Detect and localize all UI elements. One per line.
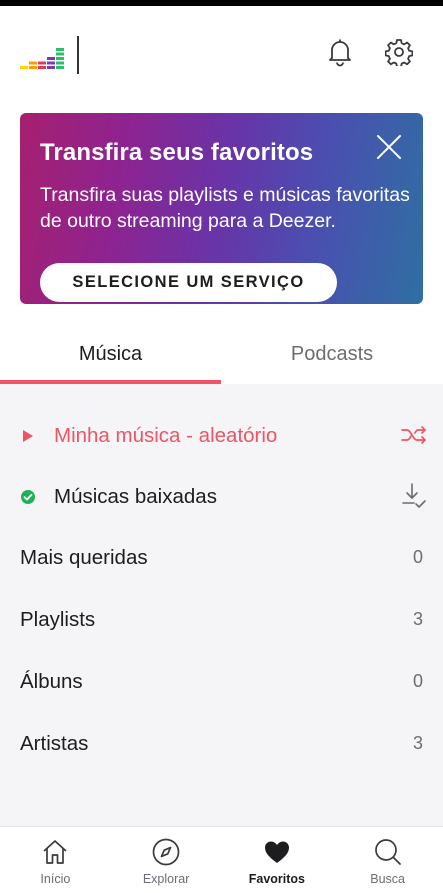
list-item-label: Playlists bbox=[20, 607, 96, 631]
banner-description: Transfira suas playlists e músicas favor… bbox=[40, 184, 410, 232]
nav-favorites-label: Favoritos bbox=[248, 872, 305, 886]
settings-button[interactable] bbox=[384, 38, 414, 71]
gear-icon bbox=[384, 38, 414, 71]
favorites-list: Minha música - aleatório Músicas baixada… bbox=[0, 384, 443, 826]
tab-podcasts-label: Podcasts bbox=[290, 343, 374, 365]
list-item[interactable]: Artistas 3 bbox=[0, 713, 443, 774]
select-service-button[interactable]: SELECIONE UM SERVIÇO bbox=[40, 263, 337, 302]
close-icon bbox=[375, 135, 403, 165]
app-header bbox=[0, 6, 443, 98]
shuffle-icon[interactable] bbox=[399, 420, 429, 450]
list-item[interactable]: Mais queridas 0 bbox=[0, 527, 443, 588]
downloaded-music-row[interactable]: Músicas baixadas bbox=[0, 466, 443, 527]
transfer-favorites-banner: Transfira seus favoritos Transfira suas … bbox=[20, 113, 423, 304]
nav-favorites[interactable]: Favoritos bbox=[222, 827, 333, 893]
list-item-label: Artistas bbox=[20, 731, 89, 755]
home-icon bbox=[40, 837, 70, 867]
nav-explore-label: Explorar bbox=[142, 872, 190, 886]
nav-home-label: Início bbox=[40, 872, 71, 886]
banner-close-button[interactable] bbox=[375, 133, 403, 161]
shuffle-my-music-row[interactable]: Minha música - aleatório bbox=[0, 405, 443, 466]
notifications-button[interactable] bbox=[325, 39, 355, 69]
list-item-label: Mais queridas bbox=[20, 545, 148, 569]
bell-icon bbox=[326, 37, 354, 72]
bottom-navigation: Início Explorar Favoritos Busca bbox=[0, 826, 443, 893]
download-icon[interactable] bbox=[399, 481, 429, 511]
shuffle-my-music-label: Minha música - aleatório bbox=[54, 423, 278, 447]
list-item[interactable]: Playlists 3 bbox=[0, 589, 443, 650]
tab-music-label: Música bbox=[78, 343, 143, 365]
downloaded-music-label: Músicas baixadas bbox=[54, 484, 217, 508]
favorites-tabs: Música Podcasts bbox=[0, 325, 443, 384]
nav-explore[interactable]: Explorar bbox=[111, 827, 222, 893]
deezer-logo-icon bbox=[20, 40, 64, 70]
list-item[interactable]: Álbuns 0 bbox=[0, 651, 443, 712]
nav-home[interactable]: Início bbox=[0, 827, 111, 893]
logo-divider bbox=[77, 36, 79, 74]
heart-icon bbox=[262, 837, 292, 867]
nav-search-label: Busca bbox=[370, 872, 405, 886]
list-item-count: 0 bbox=[412, 547, 423, 567]
check-circle-icon bbox=[20, 489, 36, 505]
list-item-count: 0 bbox=[412, 671, 423, 691]
search-icon bbox=[373, 837, 403, 867]
banner-title: Transfira seus favoritos bbox=[40, 139, 314, 166]
compass-icon bbox=[151, 837, 181, 867]
list-item-count: 3 bbox=[412, 733, 423, 753]
play-icon bbox=[20, 428, 36, 444]
tab-music[interactable]: Música bbox=[0, 325, 221, 384]
nav-search[interactable]: Busca bbox=[332, 827, 443, 893]
list-item-count: 3 bbox=[412, 609, 423, 629]
tab-podcasts[interactable]: Podcasts bbox=[221, 325, 443, 384]
list-item-label: Álbuns bbox=[20, 669, 83, 693]
